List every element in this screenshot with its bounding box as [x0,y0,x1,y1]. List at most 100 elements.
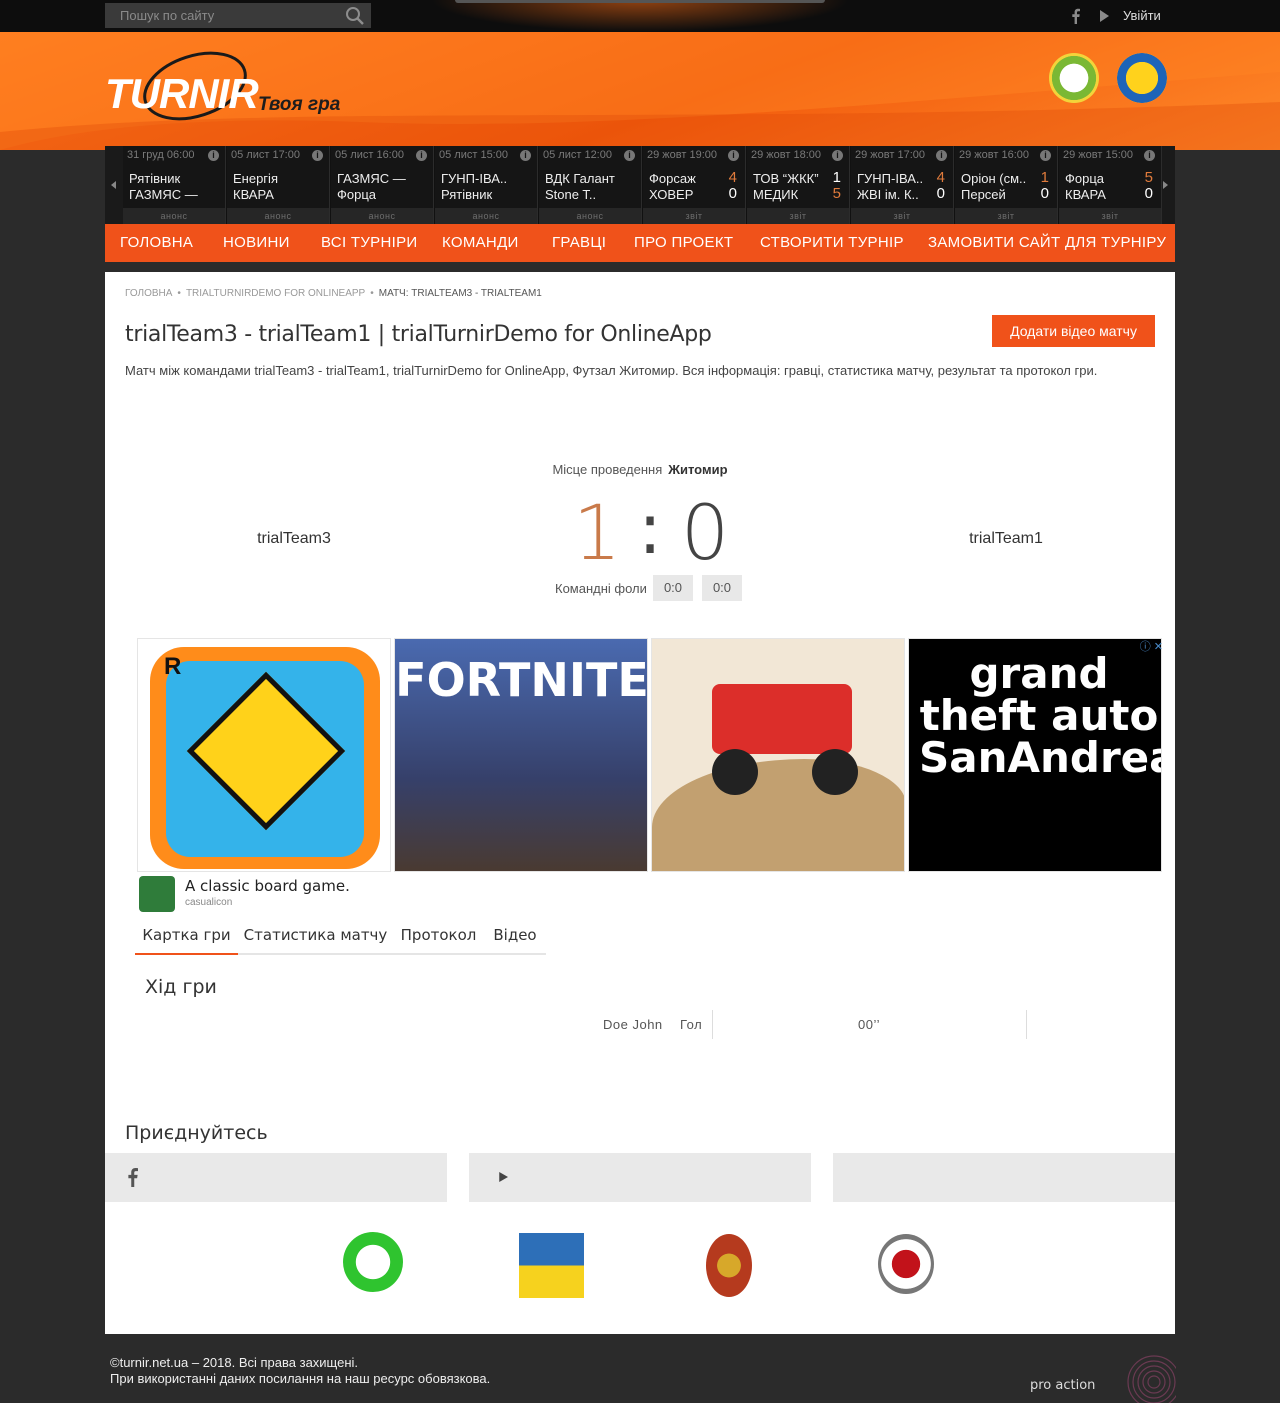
join-other[interactable] [833,1153,1175,1202]
info-icon[interactable]: i [416,150,427,161]
chevron-right-icon [1163,181,1168,189]
tab-game-card[interactable]: Картка гри [135,920,238,955]
match-card[interactable]: 05 лист 12:00 i ВДК Галант Stone T.. анонс [539,146,642,224]
ad-tile-3[interactable] [651,638,905,872]
tab-protocol[interactable]: Протокол [393,920,484,955]
search-input[interactable] [105,3,341,28]
play-icon[interactable] [1096,8,1112,24]
match-team-away: Stone T.. [545,187,597,202]
tab-video[interactable]: Відео [484,920,546,955]
site-logo[interactable]: TURNIR Твоя гра [105,50,350,122]
home-team-name[interactable]: trialTeam3 [235,530,353,548]
match-date: 05 лист 12:00 [543,149,612,161]
login-link[interactable]: Увійти [1123,8,1161,23]
match-status[interactable]: звіт [955,208,1057,224]
match-card[interactable]: 05 лист 15:00 i ГУНП-ІВА.. Рятівник анонс [435,146,538,224]
info-icon[interactable]: i [1144,150,1155,161]
ad-close-button[interactable]: ⓘ ✕ [1133,638,1163,653]
match-card[interactable]: 29 жовт 18:00 i ТОВ “ЖКК” 1 МЕДИК 5 звіт [747,146,850,224]
match-card[interactable]: 29 жовт 15:00 i Форца 5 КВАРА 0 звіт [1059,146,1162,224]
home-score: 1 [572,488,622,577]
match-status[interactable]: звіт [851,208,953,224]
ad-tile-1[interactable]: R [137,638,391,872]
tab-match-stats[interactable]: Статистика матчу [238,920,393,955]
match-status[interactable]: звіт [643,208,745,224]
logo-word: TURNIR [105,70,259,117]
nav-item[interactable]: ПРО ПРОЕКТ [634,224,733,262]
breadcrumb-tournament[interactable]: TRIALTURNIRDEMO FOR ONLINEAPP [186,288,365,299]
match-date: 29 жовт 19:00 [647,149,717,161]
ad-app-icon[interactable] [139,876,175,912]
info-icon[interactable]: i [208,150,219,161]
info-icon[interactable]: i [936,150,947,161]
match-card[interactable]: 29 жовт 16:00 i Оріон (см.. 1 Персей 0 звіт [955,146,1058,224]
ad-source: casualicon [185,897,233,908]
ad-block: R FORTNITE grand theft auto SanAndreas ⓘ… [137,638,1163,872]
match-tabs: Картка гри Статистика матчу Протокол Від… [135,920,546,955]
search-box [105,3,371,28]
chevron-left-icon [111,181,116,189]
facebook-icon [128,1168,138,1187]
nav-item[interactable]: ГОЛОВНА [120,224,193,262]
match-status[interactable]: анонс [123,208,225,224]
nav-item[interactable]: НОВИНИ [223,224,290,262]
match-team-away: ЖВІ ім. К.. [857,187,919,202]
nav-item[interactable]: ГРАВЦІ [552,224,606,262]
match-date: 29 жовт 15:00 [1063,149,1133,161]
ad-tile-4[interactable]: grand theft auto SanAndreas [908,638,1162,872]
facebook-icon[interactable] [1068,8,1084,24]
top-banner-edge [455,0,825,3]
match-status[interactable]: звіт [747,208,849,224]
match-status[interactable]: звіт [1059,208,1161,224]
join-facebook[interactable] [105,1153,447,1202]
strip-prev-button[interactable] [105,146,123,224]
match-card[interactable]: 29 жовт 17:00 i ГУНП-ІВА.. 4 ЖВІ ім. К.. 0 зві… [851,146,954,224]
page-description: Матч між командами trialTeam3 - trialTea… [125,363,1098,378]
developer-logo[interactable]: pro action [1030,1378,1095,1393]
partner-logo-4[interactable] [878,1234,934,1294]
search-icon[interactable] [345,6,365,26]
main-nav: ГОЛОВНА НОВИНИ ВСІ ТУРНІРИ КОМАНДИ ГРАВЦІ ПРО… [105,224,1175,262]
match-status[interactable]: анонс [331,208,433,224]
away-team-name[interactable]: trialTeam1 [948,530,1064,548]
event-type: Гол [680,1017,703,1032]
info-icon[interactable]: i [832,150,843,161]
nav-item[interactable]: СТВОРИТИ ТУРНІР [760,224,904,262]
ad-tile-2[interactable]: FORTNITE [394,638,648,872]
ad-tile-4-title: grand theft auto SanAndreas [919,649,1161,782]
match-card[interactable]: 05 лист 17:00 i Енергія КВАРА анонс [227,146,330,224]
match-team-away: ГАЗМЯС — [129,187,198,202]
match-date: 05 лист 16:00 [335,149,404,161]
nav-item[interactable]: КОМАНДИ [442,224,519,262]
event-player[interactable]: Doe John [603,1017,663,1032]
partner-badge-2[interactable] [1117,53,1167,103]
match-card[interactable]: 29 жовт 19:00 i Форсаж 4 ХОВЕР 0 звіт [643,146,746,224]
match-status[interactable]: анонс [227,208,329,224]
add-video-button[interactable]: Додати відео матчу [992,315,1155,347]
breadcrumb-home[interactable]: ГОЛОВНА [125,288,172,299]
match-status[interactable]: анонс [435,208,537,224]
match-score-away: 0 [1040,185,1049,202]
nav-item[interactable]: ВСІ ТУРНІРИ [321,224,417,262]
match-score-home: 5 [1144,169,1153,186]
info-icon[interactable]: i [728,150,739,161]
away-score: 0 [680,488,730,577]
info-icon[interactable]: i [520,150,531,161]
match-card[interactable]: 05 лист 16:00 i ГАЗМЯС — Форца анонс [331,146,434,224]
match-status[interactable]: анонс [539,208,641,224]
partner-logo-3[interactable] [706,1234,752,1297]
nav-item[interactable]: ЗАМОВИТИ САЙТ ДЛЯ ТУРНІРУ [928,224,1166,262]
match-team-home: ВДК Галант [545,171,615,186]
breadcrumb: ГОЛОВНА • TRIALTURNIRDEMO FOR ONLINEAPP • МА… [125,288,542,299]
away-fouls: 0:0 [702,575,742,601]
partner-badge-1[interactable] [1049,53,1099,103]
partner-logo-1[interactable] [343,1232,403,1292]
partner-logo-2[interactable] [519,1233,584,1298]
info-icon[interactable]: i [624,150,635,161]
match-card[interactable]: 31 груд 06:00 i Рятівник ГАЗМЯС — анонс [123,146,226,224]
site-header: TURNIR Твоя гра [0,32,1280,150]
info-icon[interactable]: i [1040,150,1051,161]
ad-caption[interactable]: A classic board game. [185,877,350,895]
join-youtube[interactable] [469,1153,811,1202]
info-icon[interactable]: i [312,150,323,161]
